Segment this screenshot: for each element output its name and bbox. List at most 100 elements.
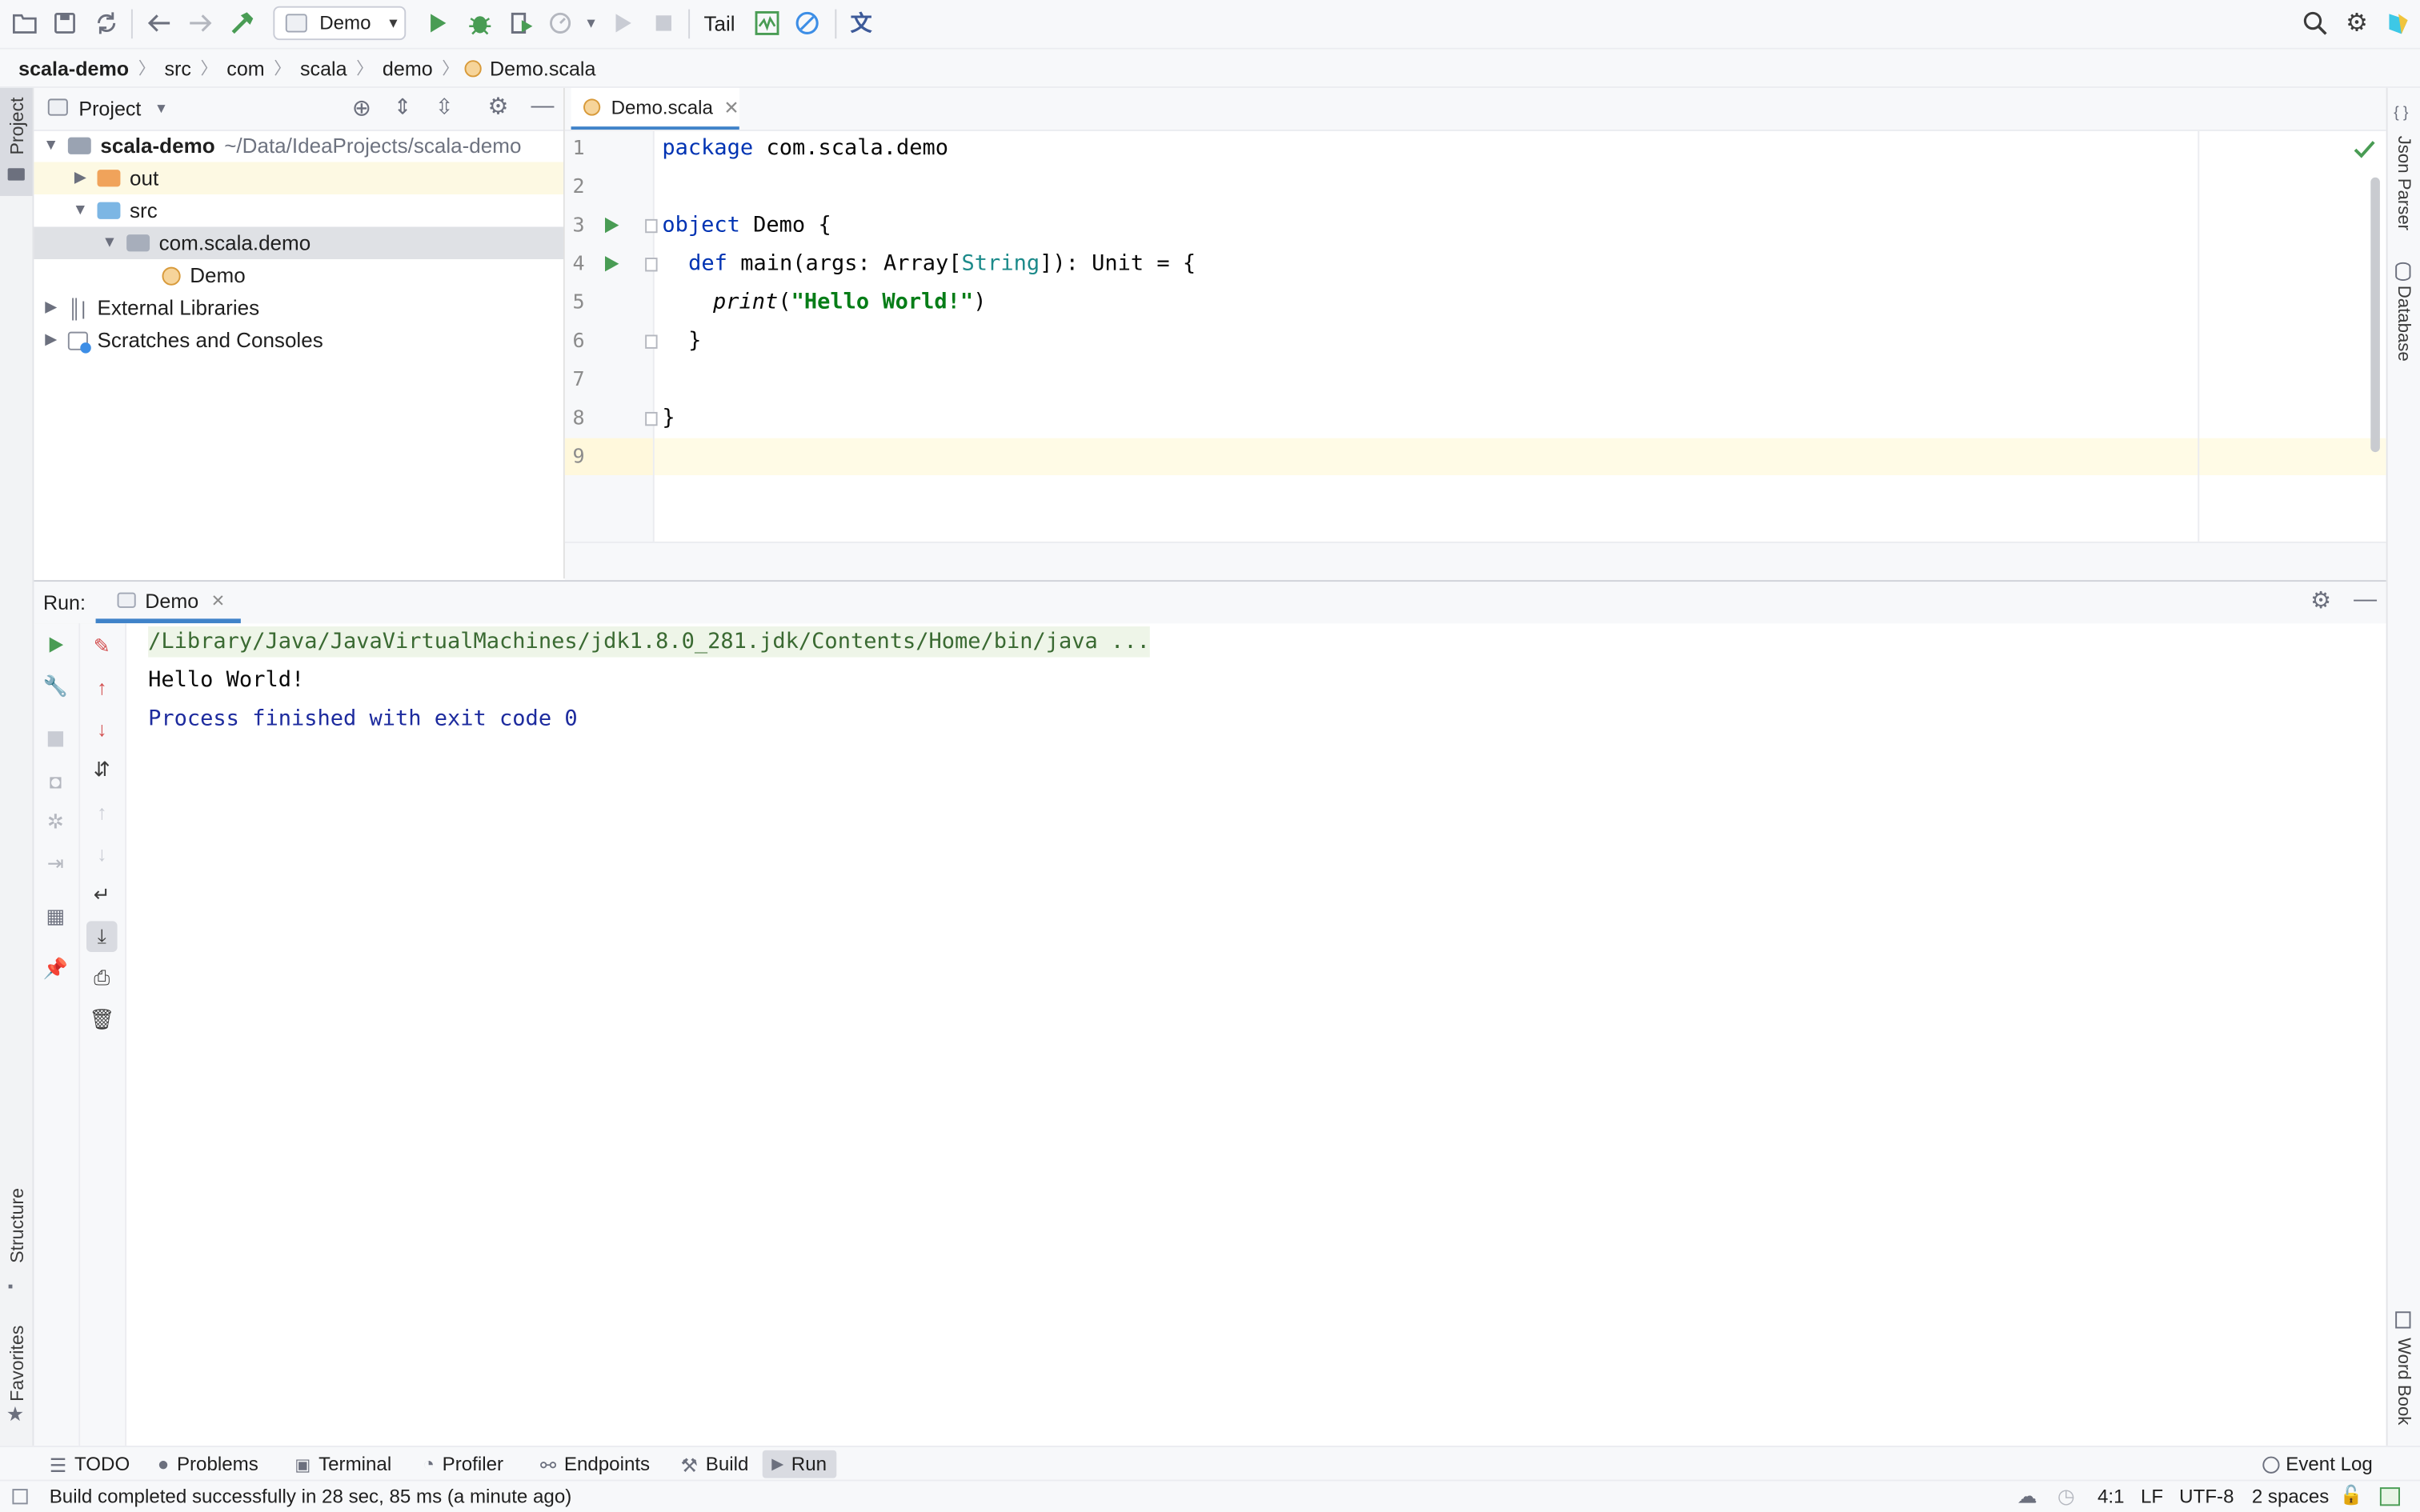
scroll-to-end-icon[interactable]: ⤓ — [86, 921, 118, 952]
tool-tab-problems[interactable]: ● Problems — [148, 1450, 267, 1478]
minimize-icon[interactable]: — — [2354, 586, 2377, 613]
debug-gear-icon[interactable]: ✲ — [40, 807, 71, 838]
soft-wrap-icon[interactable]: ↵ — [86, 879, 118, 910]
tool-tab-run[interactable]: ▶ Run — [762, 1450, 836, 1478]
chevron-down-icon[interactable]: ▼ — [154, 100, 168, 115]
settings-icon[interactable]: ⚙ — [2310, 586, 2331, 614]
run-configuration-dropdown[interactable]: Demo ▼ — [273, 6, 407, 41]
run-icon[interactable] — [422, 6, 455, 40]
structure-stripe-label[interactable]: Structure — [6, 1188, 28, 1263]
clock-icon[interactable]: ◷ — [2057, 1484, 2075, 1509]
editor-scrollbar[interactable] — [2370, 177, 2380, 453]
run-gutter-icon[interactable] — [603, 216, 620, 234]
build-hammer-icon[interactable] — [226, 6, 259, 40]
tree-item-scratches[interactable]: ▶ Scratches and Consoles — [34, 324, 563, 357]
more-run-icon[interactable]: ▼ — [574, 6, 607, 40]
camera-icon[interactable]: ◘ — [40, 766, 71, 797]
breadcrumb-project[interactable]: scala-demo — [0, 56, 138, 79]
tree-item-root[interactable]: ▼ scala-demo ~/Data/IdeaProjects/scala-d… — [34, 130, 563, 162]
expand-all-icon[interactable]: ⇕ — [394, 94, 412, 121]
forward-icon[interactable] — [184, 6, 218, 40]
exit-icon[interactable]: ⇥ — [40, 849, 71, 880]
clear-pen-icon[interactable]: ✎ — [86, 631, 118, 662]
toggle-tool-windows-icon[interactable] — [12, 1489, 28, 1505]
chevron-down-icon[interactable]: ▼ — [98, 234, 120, 251]
layout-icon[interactable]: ▦ — [40, 901, 71, 932]
tool-tab-build[interactable]: ⚒ Build — [671, 1450, 758, 1478]
breadcrumb-file[interactable]: Demo.scala — [490, 56, 595, 79]
tail-button[interactable]: Tail — [703, 12, 735, 35]
sync-icon[interactable] — [90, 6, 123, 40]
settings-icon[interactable]: ⚙ — [2340, 6, 2374, 40]
profile-icon[interactable] — [543, 6, 577, 40]
jetbrains-logo[interactable] — [2382, 6, 2415, 40]
resume-icon[interactable] — [607, 6, 640, 40]
inspections-icon[interactable] — [2379, 1487, 2400, 1506]
print-icon[interactable]: ⎙ — [86, 962, 118, 994]
tool-tab-profiler[interactable]: ◔ Profiler — [414, 1450, 513, 1478]
arrow-up-icon[interactable]: ↑ — [86, 671, 118, 702]
caret-position[interactable]: 4:1 — [2097, 1486, 2125, 1507]
sort-icon[interactable]: ⇵ — [86, 754, 118, 786]
project-view-selector[interactable]: Project — [78, 98, 141, 121]
code-editor[interactable]: 1 2 3 4 5 6 7 8 9 package com.scala.demo… — [564, 130, 2386, 542]
search-icon[interactable] — [2298, 6, 2332, 40]
wrench-icon[interactable]: 🔧 — [40, 671, 71, 702]
tool-tab-terminal[interactable]: ▣ Terminal — [286, 1450, 401, 1478]
stop-icon[interactable] — [647, 6, 680, 40]
close-icon[interactable]: ✕ — [211, 590, 226, 610]
up-icon[interactable]: ↑ — [86, 796, 118, 827]
fold-icon[interactable] — [645, 334, 658, 349]
tool-tab-todo[interactable]: ☰ TODO — [40, 1450, 139, 1478]
tree-item-out[interactable]: ▶ out — [34, 162, 563, 195]
json-parser-stripe-label[interactable]: Json Parser — [2394, 136, 2412, 230]
trash-icon[interactable]: 🗑 — [86, 1005, 118, 1036]
tail-chart-icon[interactable] — [750, 6, 783, 40]
file-encoding[interactable]: UTF-8 — [2179, 1486, 2234, 1507]
down-icon[interactable]: ↓ — [86, 838, 118, 869]
settings-icon[interactable]: ⚙ — [487, 93, 508, 121]
debug-icon[interactable] — [463, 6, 497, 40]
no-entry-icon[interactable] — [790, 6, 823, 40]
close-icon[interactable]: ✕ — [723, 97, 739, 118]
run-gutter-icon[interactable] — [603, 254, 620, 273]
lock-icon[interactable]: 🔓 — [2340, 1484, 2363, 1506]
chevron-right-icon[interactable]: ▶ — [40, 299, 62, 316]
indent-setting[interactable]: 2 spaces — [2252, 1486, 2329, 1507]
fold-icon[interactable] — [645, 218, 658, 234]
coverage-icon[interactable] — [505, 6, 539, 40]
rerun-icon[interactable] — [40, 630, 71, 661]
collapse-all-icon[interactable]: ⇳ — [435, 94, 454, 121]
stop-icon[interactable] — [40, 724, 71, 755]
breadcrumb-com[interactable]: com — [218, 56, 274, 79]
favorites-stripe-label[interactable]: Favorites — [6, 1326, 28, 1402]
translate-icon[interactable]: 文 — [844, 6, 878, 40]
breadcrumb-scala[interactable]: scala — [290, 56, 356, 79]
tool-tab-event-log[interactable]: Event Log — [2254, 1450, 2382, 1478]
pin-icon[interactable]: 📌 — [40, 954, 71, 985]
fold-icon[interactable] — [645, 411, 658, 426]
tab-demo-scala[interactable]: Demo.scala ✕ — [571, 87, 739, 130]
vcs-icon[interactable]: ☁ — [2017, 1484, 2037, 1509]
tree-item-demo[interactable]: Demo — [34, 259, 563, 292]
locate-icon[interactable]: ⊕ — [352, 94, 371, 122]
tree-item-package[interactable]: ▼ com.scala.demo — [34, 226, 563, 260]
back-icon[interactable] — [142, 6, 175, 40]
fold-icon[interactable] — [645, 258, 658, 272]
arrow-down-icon[interactable]: ↓ — [86, 713, 118, 744]
line-separator[interactable]: LF — [2141, 1486, 2163, 1507]
breadcrumb-src[interactable]: src — [155, 56, 201, 79]
save-icon[interactable] — [48, 6, 82, 40]
project-stripe-label[interactable]: Project — [6, 98, 28, 155]
tree-item-src[interactable]: ▼ src — [34, 194, 563, 227]
console-output[interactable]: /Library/Java/JavaVirtualMachines/jdk1.8… — [126, 623, 2386, 1446]
tool-tab-endpoints[interactable]: ⚯ Endpoints — [531, 1450, 659, 1478]
open-folder-icon[interactable] — [8, 6, 42, 40]
status-message[interactable]: Build completed successfully in 28 sec, … — [50, 1486, 572, 1507]
chevron-right-icon[interactable]: ▶ — [40, 332, 62, 349]
chevron-right-icon[interactable]: ▶ — [70, 170, 91, 186]
word-book-stripe-label[interactable]: Word Book — [2394, 1338, 2412, 1425]
chevron-down-icon[interactable]: ▼ — [70, 202, 91, 219]
minimize-icon[interactable]: — — [531, 93, 554, 119]
tree-item-external-libraries[interactable]: ▶ ║| External Libraries — [34, 292, 563, 325]
